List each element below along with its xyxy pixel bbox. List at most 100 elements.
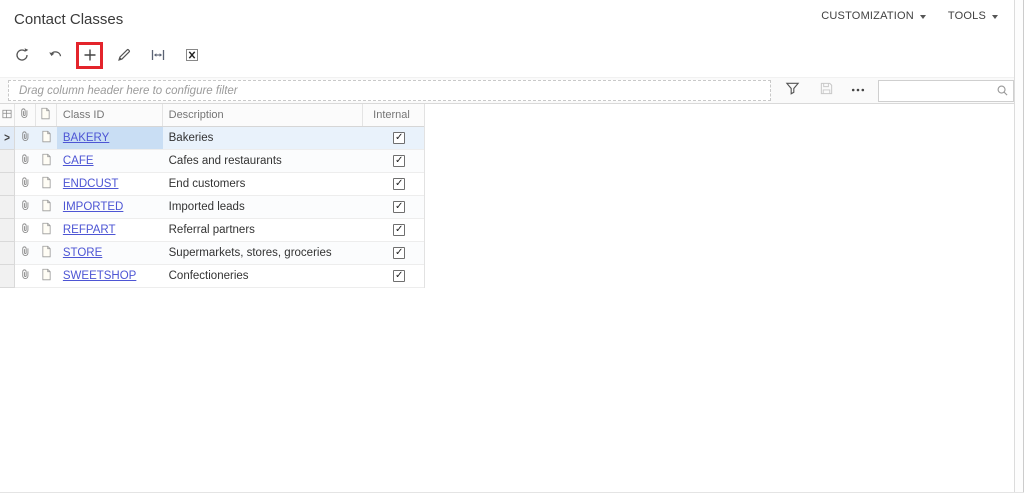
column-header-internal[interactable]: Internal bbox=[363, 104, 424, 126]
internal-checkbox[interactable] bbox=[393, 178, 405, 190]
row-selector[interactable] bbox=[0, 173, 15, 196]
filter-drop-zone[interactable]: Drag column header here to configure fil… bbox=[8, 80, 771, 101]
file-icon bbox=[40, 130, 53, 146]
row-attachment-cell[interactable] bbox=[15, 127, 36, 150]
row-notes-cell[interactable] bbox=[36, 127, 57, 150]
description-cell[interactable]: Imported leads bbox=[163, 196, 364, 219]
filter-settings-button[interactable] bbox=[781, 81, 803, 101]
table-row[interactable]: IMPORTED Imported leads bbox=[0, 196, 424, 219]
internal-checkbox[interactable] bbox=[393, 224, 405, 236]
tools-menu-label: TOOLS bbox=[948, 10, 986, 22]
row-notes-cell[interactable] bbox=[36, 196, 57, 219]
export-excel-button[interactable] bbox=[178, 42, 205, 69]
row-attachment-cell[interactable] bbox=[15, 150, 36, 173]
description-cell[interactable]: End customers bbox=[163, 173, 364, 196]
internal-checkbox[interactable] bbox=[393, 247, 405, 259]
description-cell[interactable]: Cafes and restaurants bbox=[163, 150, 364, 173]
row-notes-cell[interactable] bbox=[36, 150, 57, 173]
description-cell[interactable]: Supermarkets, stores, groceries bbox=[163, 242, 364, 265]
table-row[interactable]: ENDCUST End customers bbox=[0, 173, 424, 196]
undo-button[interactable] bbox=[42, 42, 69, 69]
class-id-cell: ENDCUST bbox=[57, 173, 163, 196]
chevron-down-icon bbox=[920, 15, 926, 19]
internal-cell bbox=[363, 127, 424, 150]
class-id-link[interactable]: IMPORTED bbox=[63, 201, 124, 213]
row-settings-icon bbox=[1, 108, 13, 123]
column-header-description[interactable]: Description bbox=[163, 104, 364, 126]
vertical-scrollbar[interactable] bbox=[1014, 0, 1024, 493]
row-attachment-cell[interactable] bbox=[15, 219, 36, 242]
row-selector[interactable]: > bbox=[0, 127, 15, 150]
save-filter-button[interactable] bbox=[815, 81, 837, 101]
export-excel-icon bbox=[184, 47, 200, 63]
description-text: Bakeries bbox=[169, 132, 214, 144]
grid-search bbox=[878, 80, 1014, 102]
description-cell[interactable]: Confectioneries bbox=[163, 265, 364, 288]
grid-header-row: Class ID Description Internal bbox=[0, 104, 424, 127]
file-icon bbox=[40, 176, 53, 192]
description-text: End customers bbox=[169, 178, 246, 190]
column-header-class-id[interactable]: Class ID bbox=[57, 104, 163, 126]
description-cell[interactable]: Referral partners bbox=[163, 219, 364, 242]
table-row[interactable]: REFPART Referral partners bbox=[0, 219, 424, 242]
file-icon bbox=[39, 107, 52, 123]
filter-funnel-icon bbox=[785, 81, 800, 101]
internal-checkbox[interactable] bbox=[393, 155, 405, 167]
file-icon bbox=[40, 268, 53, 284]
notes-column-header[interactable] bbox=[36, 104, 57, 126]
row-notes-cell[interactable] bbox=[36, 242, 57, 265]
row-notes-cell[interactable] bbox=[36, 265, 57, 288]
row-selector[interactable] bbox=[0, 242, 15, 265]
table-row[interactable]: > BAKERY Bakeries bbox=[0, 127, 424, 150]
paperclip-icon bbox=[19, 268, 32, 284]
paperclip-icon bbox=[19, 153, 32, 169]
internal-cell bbox=[363, 242, 424, 265]
row-attachment-cell[interactable] bbox=[15, 196, 36, 219]
row-attachment-cell[interactable] bbox=[15, 242, 36, 265]
internal-checkbox[interactable] bbox=[393, 270, 405, 282]
table-row[interactable]: CAFE Cafes and restaurants bbox=[0, 150, 424, 173]
row-notes-cell[interactable] bbox=[36, 219, 57, 242]
row-selector[interactable] bbox=[0, 265, 15, 288]
internal-checkbox[interactable] bbox=[393, 132, 405, 144]
tools-menu[interactable]: TOOLS bbox=[948, 10, 998, 22]
class-id-cell: CAFE bbox=[57, 150, 163, 173]
grid-toolbar bbox=[8, 40, 205, 70]
internal-cell bbox=[363, 150, 424, 173]
attachments-column-header[interactable] bbox=[15, 104, 36, 126]
class-id-link[interactable]: BAKERY bbox=[63, 132, 109, 144]
row-attachment-cell[interactable] bbox=[15, 265, 36, 288]
table-row[interactable]: SWEETSHOP Confectioneries bbox=[0, 265, 424, 288]
save-disk-icon bbox=[819, 81, 834, 101]
row-selector-arrow-icon: > bbox=[4, 131, 10, 144]
row-attachment-cell[interactable] bbox=[15, 173, 36, 196]
class-id-link[interactable]: ENDCUST bbox=[63, 178, 119, 190]
description-text: Cafes and restaurants bbox=[169, 155, 282, 167]
internal-cell bbox=[363, 196, 424, 219]
class-id-link[interactable]: CAFE bbox=[63, 155, 94, 167]
table-row[interactable]: STORE Supermarkets, stores, groceries bbox=[0, 242, 424, 265]
search-input[interactable] bbox=[878, 80, 1014, 102]
class-id-link[interactable]: SWEETSHOP bbox=[63, 270, 136, 282]
row-selector[interactable] bbox=[0, 150, 15, 173]
contact-classes-screen: Contact Classes CUSTOMIZATION TOOLS bbox=[0, 0, 1024, 493]
internal-cell bbox=[363, 265, 424, 288]
description-text: Imported leads bbox=[169, 201, 245, 213]
filter-drag-hint: Drag column header here to configure fil… bbox=[19, 85, 238, 97]
row-notes-cell[interactable] bbox=[36, 173, 57, 196]
customization-menu[interactable]: CUSTOMIZATION bbox=[821, 10, 926, 22]
internal-checkbox[interactable] bbox=[393, 201, 405, 213]
row-selector[interactable] bbox=[0, 196, 15, 219]
refresh-button[interactable] bbox=[8, 42, 35, 69]
class-id-link[interactable]: STORE bbox=[63, 247, 102, 259]
grid-more-menu-button[interactable] bbox=[847, 81, 869, 101]
description-cell[interactable]: Bakeries bbox=[163, 127, 364, 150]
edit-record-button[interactable] bbox=[110, 42, 137, 69]
paperclip-icon bbox=[19, 199, 32, 215]
add-record-button[interactable] bbox=[76, 42, 103, 69]
class-id-link[interactable]: REFPART bbox=[63, 224, 116, 236]
fit-width-button[interactable] bbox=[144, 42, 171, 69]
filter-bar: Drag column header here to configure fil… bbox=[0, 77, 1014, 104]
row-selector[interactable] bbox=[0, 219, 15, 242]
row-settings-header[interactable] bbox=[0, 104, 15, 126]
